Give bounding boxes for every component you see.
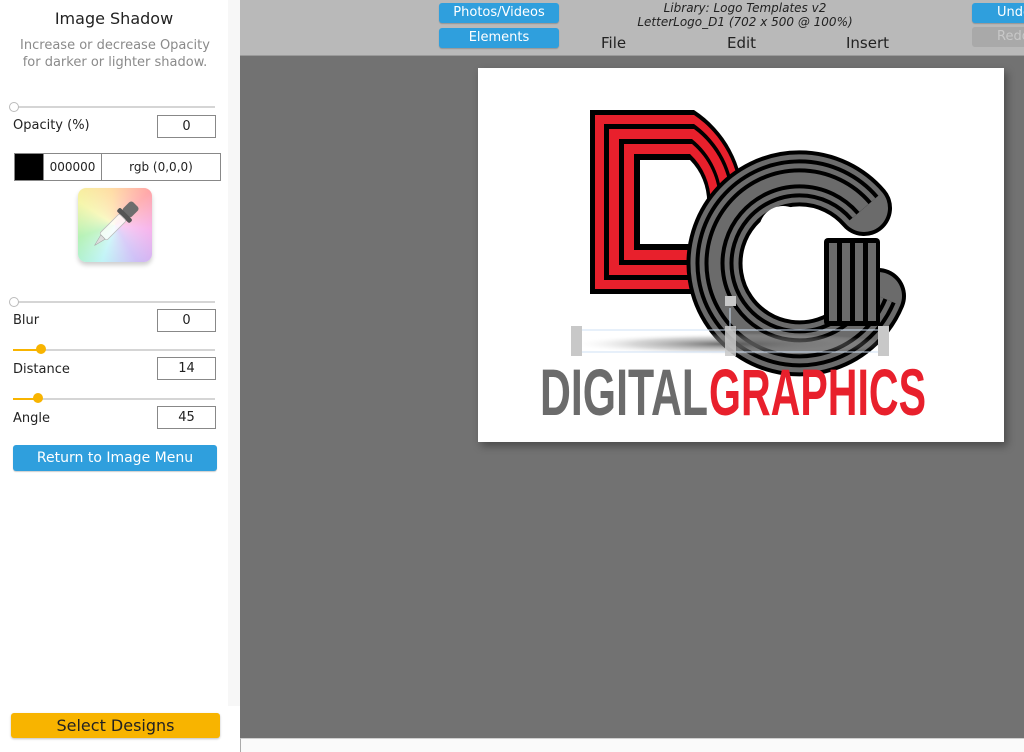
blur-slider-track (13, 301, 215, 303)
opacity-label: Opacity (%) (13, 118, 90, 133)
blur-slider-knob[interactable] (9, 297, 19, 307)
opacity-slider[interactable] (9, 101, 215, 113)
selection-handle-right[interactable] (878, 326, 889, 356)
horizontal-scrollbar[interactable] (240, 738, 1024, 752)
hex-color-input[interactable]: 000000 (43, 153, 102, 181)
redo-button[interactable]: Redo (972, 27, 1024, 47)
opacity-slider-track (13, 106, 215, 108)
selection-handle-left[interactable] (571, 326, 582, 356)
select-designs-button[interactable]: Select Designs (11, 713, 220, 738)
distance-slider-knob[interactable] (36, 344, 47, 354)
panel-description: Increase or decrease Opacity for darker … (20, 38, 210, 70)
design-page[interactable]: DIGITAL GRAPHICS (478, 68, 1004, 442)
menu-file[interactable]: File (601, 34, 626, 52)
dg-logo-graphic[interactable]: DIGITAL GRAPHICS (478, 68, 1004, 442)
document-info: LetterLogo_D1 (702 x 500 @ 100%) (637, 15, 853, 29)
blur-slider[interactable] (9, 296, 215, 308)
blur-label: Blur (13, 313, 40, 328)
letter-g-mark (686, 150, 906, 377)
distance-label: Distance (13, 362, 70, 377)
return-to-image-menu-button[interactable]: Return to Image Menu (13, 445, 217, 471)
rgb-color-input[interactable]: rgb (0,0,0) (101, 153, 221, 181)
menu-edit[interactable]: Edit (727, 34, 756, 52)
opacity-input[interactable]: 0 (157, 115, 216, 138)
menu-insert[interactable]: Insert (846, 34, 889, 52)
angle-slider[interactable] (13, 393, 215, 405)
angle-label: Angle (13, 411, 50, 426)
library-name: Library: Logo Templates v2 (663, 1, 827, 15)
selection-handle-center[interactable] (725, 326, 736, 356)
shadow-settings-panel: Image Shadow Increase or decrease Opacit… (0, 0, 228, 751)
wordmark-digital: DIGITAL (540, 355, 708, 429)
shadow-color-swatch[interactable] (14, 153, 44, 181)
angle-slider-knob[interactable] (33, 393, 44, 403)
angle-input[interactable]: 45 (157, 406, 216, 429)
distance-slider[interactable] (13, 344, 215, 356)
top-toolbar: Photos/Videos Elements Library: Logo Tem… (240, 0, 1024, 56)
rotation-handle[interactable] (725, 296, 736, 306)
sidebar-scroll-gutter[interactable] (228, 0, 240, 706)
opacity-slider-knob[interactable] (9, 102, 19, 112)
eyedropper-icon (94, 201, 139, 246)
distance-input[interactable]: 14 (157, 357, 216, 380)
color-picker-button[interactable] (78, 188, 152, 262)
elements-button[interactable]: Elements (439, 28, 559, 48)
wordmark-graphics: GRAPHICS (709, 355, 926, 429)
angle-slider-track (13, 398, 215, 400)
panel-title: Image Shadow (54, 9, 174, 28)
blur-input[interactable]: 0 (157, 309, 216, 332)
undo-button[interactable]: Undo (972, 3, 1024, 23)
